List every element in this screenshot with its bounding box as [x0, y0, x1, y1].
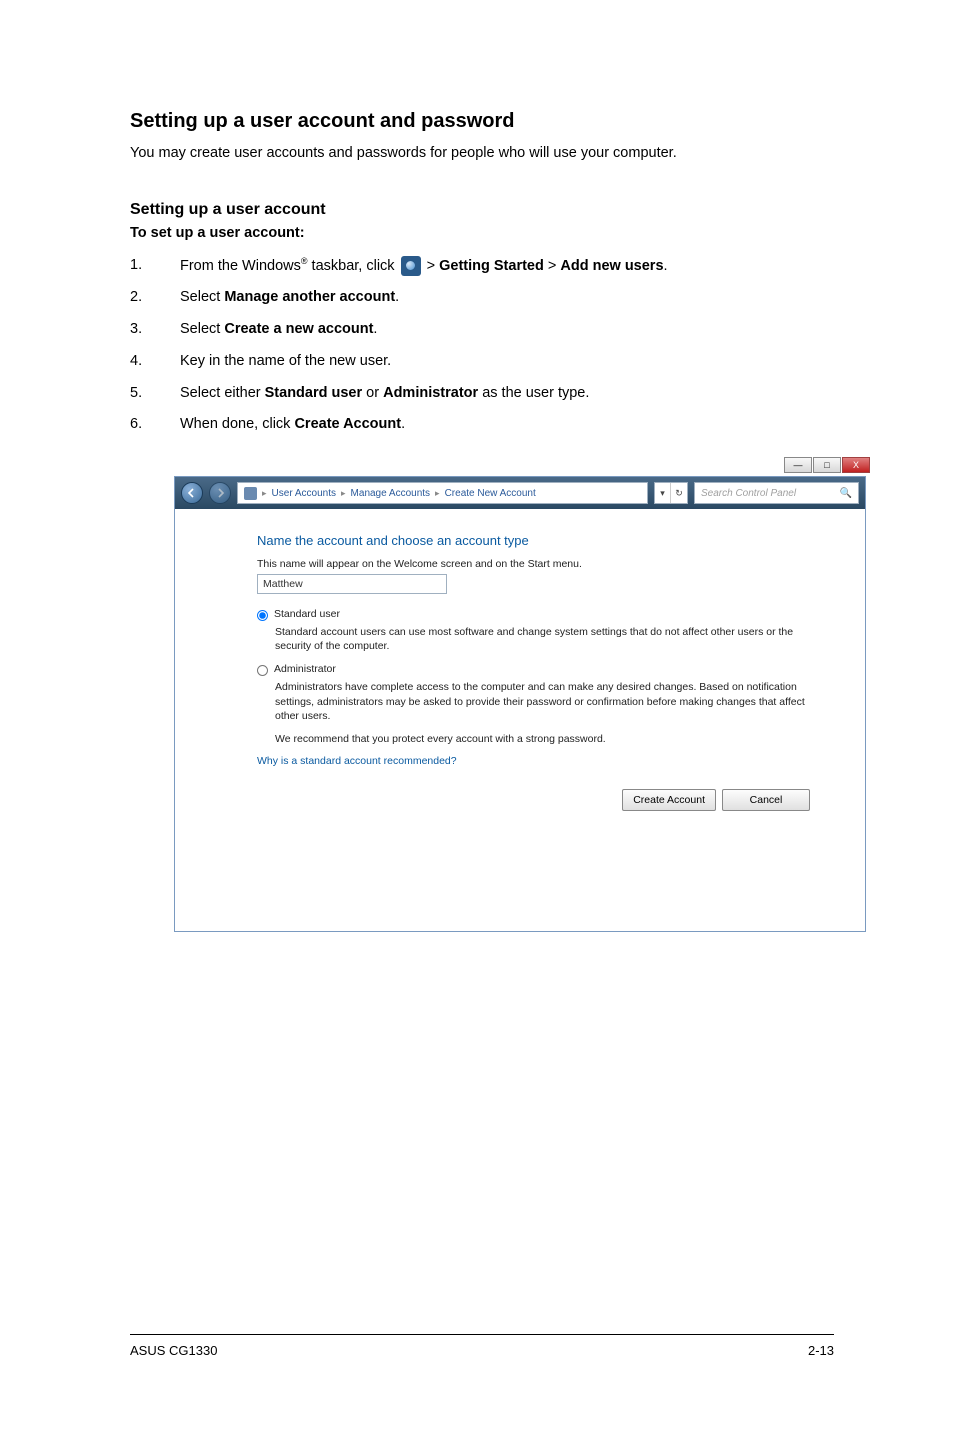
radio-input[interactable] [257, 665, 268, 676]
step-text: From the Windows [180, 258, 301, 274]
arrow-left-icon [187, 488, 197, 498]
step-text: . [401, 416, 405, 432]
step-text: . [373, 321, 377, 337]
step-text: Select [180, 321, 224, 337]
step-number: 2. [130, 287, 142, 309]
close-button[interactable]: X [842, 457, 870, 473]
step-bold: Standard user [265, 385, 363, 401]
step-2: 2. Select Manage another account. [130, 287, 834, 309]
search-icon: 🔍 [840, 488, 852, 499]
step-number: 5. [130, 383, 142, 405]
step-3: 3. Select Create a new account. [130, 319, 834, 341]
reg-mark: ® [301, 256, 308, 266]
radio-label: Administrator [274, 663, 336, 675]
help-link[interactable]: Why is a standard account recommended? [257, 755, 845, 767]
breadcrumb-item[interactable]: Create New Account [445, 488, 536, 499]
content-heading: Name the account and choose an account t… [257, 533, 845, 548]
search-input[interactable]: Search Control Panel 🔍 [694, 482, 859, 504]
step-bold: Administrator [383, 385, 478, 401]
radio-input[interactable] [257, 610, 268, 621]
forward-button[interactable] [209, 482, 231, 504]
step-text: as the user type. [478, 385, 589, 401]
toolbar: ▸ User Accounts ▸ Manage Accounts ▸ Crea… [175, 477, 865, 509]
radio-standard-user[interactable]: Standard user [257, 608, 845, 621]
chevron-right-icon: ▸ [435, 488, 440, 499]
step-5: 5. Select either Standard user or Admini… [130, 383, 834, 405]
cancel-button[interactable]: Cancel [722, 789, 810, 811]
step-6: 6. When done, click Create Account. [130, 414, 834, 436]
step-text: When done, click [180, 416, 294, 432]
instruction-header: To set up a user account: [130, 225, 834, 241]
content-subtext: This name will appear on the Welcome scr… [257, 558, 845, 570]
step-text: . [395, 289, 399, 305]
step-1: 1. From the Windows® taskbar, click > Ge… [130, 255, 834, 278]
address-controls: ▾ ↻ [654, 482, 688, 504]
radio-label: Standard user [274, 608, 340, 620]
radio-administrator[interactable]: Administrator [257, 663, 845, 676]
step-text: . [664, 258, 668, 274]
dropdown-button[interactable]: ▾ [655, 483, 671, 503]
step-number: 1. [130, 255, 142, 277]
page-footer: ASUS CG1330 2-13 [130, 1334, 834, 1358]
step-4: 4. Key in the name of the new user. [130, 351, 834, 373]
sub-title: Setting up a user account [130, 201, 834, 219]
arrow-right-icon [215, 488, 225, 498]
control-panel-icon [244, 487, 257, 500]
breadcrumb-item[interactable]: Manage Accounts [351, 488, 431, 499]
intro-text: You may create user accounts and passwor… [130, 143, 834, 165]
step-text: Key in the name of the new user. [180, 353, 391, 369]
chevron-right-icon: ▸ [341, 488, 346, 499]
step-bold: Create Account [294, 416, 401, 432]
breadcrumb-item[interactable]: User Accounts [272, 488, 336, 499]
step-text: Select [180, 289, 224, 305]
back-button[interactable] [181, 482, 203, 504]
step-number: 3. [130, 319, 142, 341]
recommendation-text: We recommend that you protect every acco… [257, 733, 845, 745]
screenshot-window: — □ X ▸ User Accounts ▸ Manage Accounts [174, 460, 866, 932]
step-text: Select either [180, 385, 265, 401]
breadcrumb-bar[interactable]: ▸ User Accounts ▸ Manage Accounts ▸ Crea… [237, 482, 648, 504]
step-bold: Manage another account [224, 289, 395, 305]
refresh-button[interactable]: ↻ [671, 483, 687, 503]
footer-left: ASUS CG1330 [130, 1343, 217, 1358]
content-area: Name the account and choose an account t… [175, 509, 865, 931]
step-bold: Create a new account [224, 321, 373, 337]
search-placeholder: Search Control Panel [701, 488, 796, 499]
radio-description: Standard account users can use most soft… [257, 625, 817, 653]
step-bold: Getting Started [439, 258, 544, 274]
step-text: > [544, 258, 561, 274]
button-row: Create Account Cancel [257, 789, 845, 911]
create-account-button[interactable]: Create Account [622, 789, 716, 811]
step-text: or [362, 385, 383, 401]
step-text: taskbar, click [308, 258, 399, 274]
account-name-input[interactable]: Matthew [257, 574, 447, 594]
chevron-right-icon: ▸ [262, 488, 267, 499]
radio-description: Administrators have complete access to t… [257, 680, 817, 723]
step-number: 6. [130, 414, 142, 436]
minimize-button[interactable]: — [784, 457, 812, 473]
footer-right: 2-13 [808, 1343, 834, 1358]
window-title-buttons: — □ X [784, 457, 870, 473]
step-bold: Add new users [560, 258, 663, 274]
start-menu-icon [401, 256, 421, 276]
maximize-button[interactable]: □ [813, 457, 841, 473]
step-number: 4. [130, 351, 142, 373]
section-title: Setting up a user account and password [130, 110, 834, 133]
steps-list: 1. From the Windows® taskbar, click > Ge… [130, 255, 834, 436]
